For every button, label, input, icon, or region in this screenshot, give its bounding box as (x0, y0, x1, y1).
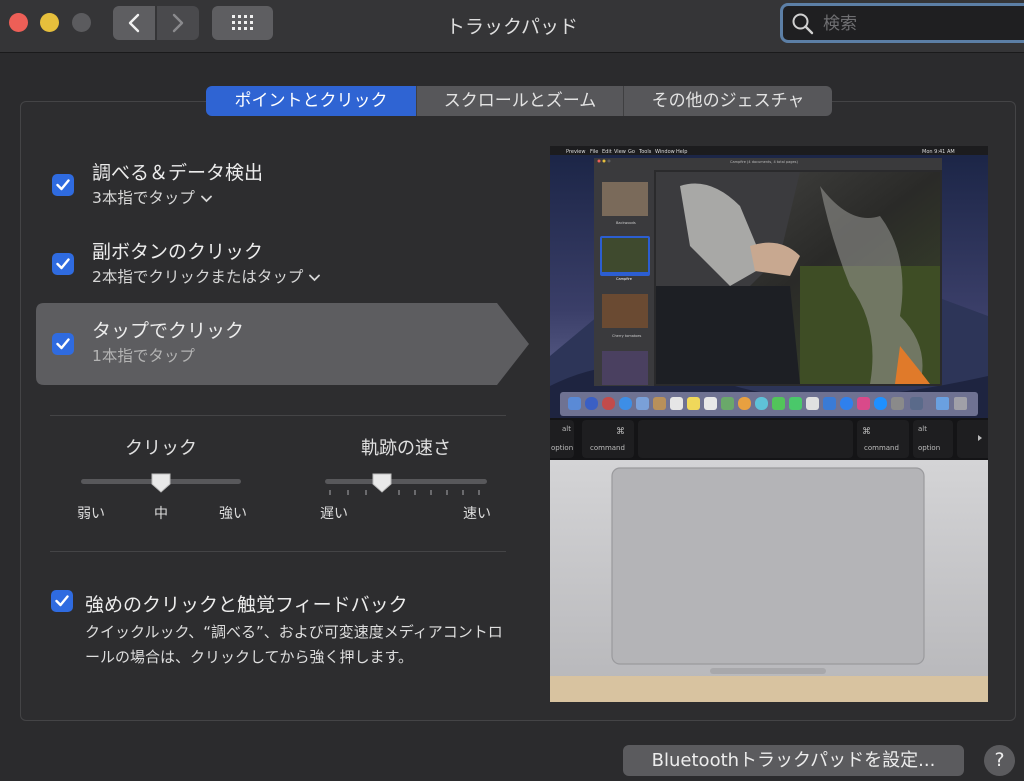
tap-to-click-checkbox[interactable] (52, 333, 74, 355)
thumbnail-label: Campfire (616, 277, 632, 281)
lookup-checkbox[interactable] (52, 174, 74, 196)
tracking-slider-thumb[interactable] (371, 472, 393, 494)
divider (50, 415, 506, 416)
checkmark-icon (56, 258, 70, 270)
preview-window-title: Campfire (4 documents, 4 total pages) (730, 160, 798, 164)
force-click-description: クイックルック、“調べる”、および可変速度メディアコントロールの場合は、クリック… (85, 623, 503, 666)
svg-text:command: command (590, 444, 625, 452)
tab-scroll-and-zoom[interactable]: スクロールとズーム (416, 86, 623, 116)
gesture-preview-image: Preview File Edit View Go Tools Window H… (550, 146, 988, 702)
preview-illustration: Preview File Edit View Go Tools Window H… (550, 146, 988, 702)
tracking-max-label: 速い (463, 506, 491, 522)
preview-menu-item: Tools (638, 149, 652, 155)
setup-bluetooth-trackpad-button[interactable]: Bluetoothトラックパッドを設定... (623, 745, 964, 776)
tracking-min-label: 遅い (320, 506, 348, 522)
preview-clock: Mon 9:41 AM (922, 149, 955, 155)
force-click-checkbox[interactable] (51, 590, 73, 612)
chevron-down-icon (200, 189, 212, 207)
thumbnail-label: Cherry tomatoes (612, 334, 642, 338)
tab-bar: ポイントとクリック スクロールとズーム その他のジェスチャ (206, 86, 832, 116)
help-button[interactable]: ? (984, 745, 1015, 776)
search-icon (792, 13, 814, 35)
click-min-label: 弱い (77, 506, 105, 522)
svg-text:command: command (864, 444, 899, 452)
svg-text:option: option (918, 444, 940, 452)
svg-text:⌘: ⌘ (616, 427, 625, 437)
tab-point-and-click[interactable]: ポイントとクリック (206, 86, 416, 116)
secondary-click-dropdown[interactable]: 2本指でクリックまたはタップ (92, 265, 321, 287)
svg-text:⌘: ⌘ (862, 427, 871, 437)
lookup-title: 調べる＆データ検出 (92, 162, 264, 184)
divider (50, 551, 506, 552)
click-mid-label: 中 (154, 506, 168, 522)
click-slider-thumb[interactable] (150, 472, 172, 494)
lookup-gesture-dropdown[interactable]: 3本指でタップ (92, 186, 212, 208)
preview-menu-item: Go (628, 149, 635, 155)
preview-menu-item: Help (676, 149, 687, 155)
checkmark-icon (56, 179, 70, 191)
svg-text:alt: alt (918, 425, 927, 433)
checkmark-icon (55, 595, 69, 607)
force-click-title: 強めのクリックと触覚フィードバック (85, 594, 408, 616)
preview-menu-item: Preview (566, 149, 585, 155)
lookup-gesture-label: 3本指でタップ (92, 189, 195, 207)
thumbnail-label: Backwoods (616, 221, 636, 225)
click-max-label: 強い (219, 506, 247, 522)
tab-more-gestures[interactable]: その他のジェスチャ (623, 86, 832, 116)
svg-text:option: option (551, 444, 573, 452)
preview-trackpad (611, 467, 925, 665)
secondary-click-label: 2本指でクリックまたはタップ (92, 268, 304, 286)
preview-menu-item: Edit (602, 149, 612, 155)
click-slider-label: クリック (125, 438, 197, 459)
checkmark-icon (56, 338, 70, 350)
svg-text:alt: alt (562, 425, 571, 433)
secondary-click-title: 副ボタンのクリック (92, 241, 264, 263)
chevron-down-icon (309, 268, 321, 286)
search-field[interactable] (780, 3, 1024, 43)
secondary-click-checkbox[interactable] (52, 253, 74, 275)
tracking-slider-track[interactable] (325, 479, 487, 484)
preview-menu-item: View (614, 149, 626, 155)
preview-menu-item: File (590, 149, 598, 155)
tap-to-click-subtitle: 1本指でタップ (92, 347, 195, 365)
search-input[interactable] (823, 12, 1023, 36)
tracking-slider-label: 軌跡の速さ (361, 438, 451, 459)
tap-to-click-title: タップでクリック (92, 320, 245, 342)
title-bar: トラックパッド (0, 0, 1024, 53)
preview-menu-item: Window (655, 149, 675, 155)
